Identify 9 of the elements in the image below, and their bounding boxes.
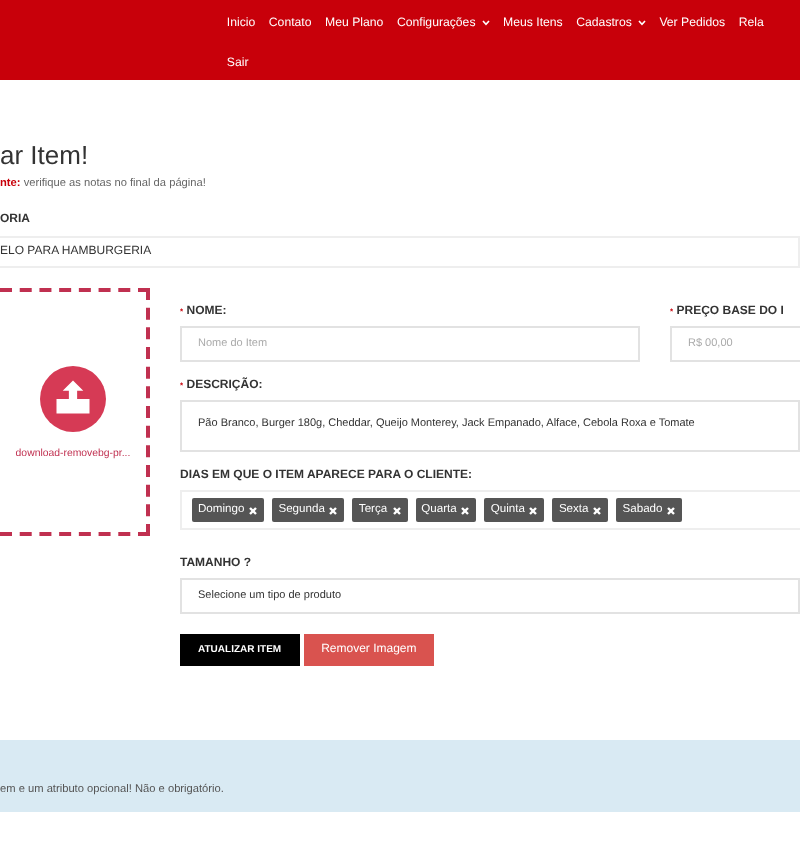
remove-icon[interactable] — [666, 505, 677, 515]
upload-icon — [40, 365, 106, 431]
remove-icon[interactable] — [460, 505, 471, 515]
remove-icon[interactable] — [248, 505, 259, 515]
page-title: ar Item! — [0, 140, 91, 170]
remove-icon[interactable] — [528, 505, 539, 515]
remove-icon[interactable] — [391, 505, 402, 515]
remove-icon[interactable] — [328, 505, 339, 515]
remove-icon[interactable] — [592, 505, 603, 515]
